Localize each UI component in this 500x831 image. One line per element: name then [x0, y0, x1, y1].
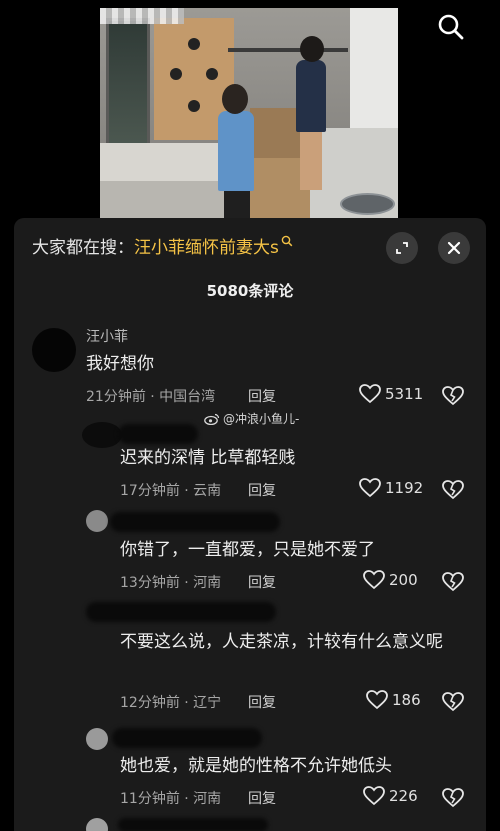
comment-panel: 大家都在搜：汪小菲缅怀前妻大s 5080条评论 汪小菲 我好想你 21分钟前 ·… [14, 218, 486, 831]
like-button[interactable]: 1192 [359, 478, 423, 498]
comment-meta: 21分钟前 · 中国台湾 [86, 389, 216, 405]
close-button[interactable] [438, 232, 470, 264]
heart-icon [363, 786, 385, 806]
cabinet-hole [206, 68, 218, 80]
comment-text: 我好想你 [86, 354, 154, 374]
expand-icon [396, 242, 408, 254]
close-icon [447, 241, 461, 255]
cabinet-hole [170, 68, 182, 80]
reply-button[interactable]: 回复 [248, 788, 276, 808]
blurred-author [112, 728, 262, 748]
video-player[interactable] [100, 8, 398, 218]
like-count: 186 [392, 691, 421, 709]
trending-search-query[interactable]: 汪小菲缅怀前妻大s [134, 238, 279, 258]
reply-button[interactable]: 回复 [248, 480, 276, 500]
search-button[interactable] [432, 8, 470, 46]
broken-heart-icon [442, 692, 464, 712]
dislike-button[interactable] [442, 386, 464, 410]
comment-count: 5080条评论 [206, 282, 294, 300]
dislike-button[interactable] [442, 572, 464, 596]
broken-heart-icon [442, 480, 464, 500]
video-shelf [228, 48, 348, 52]
like-button[interactable]: 186 [366, 690, 421, 710]
weibo-icon [204, 413, 220, 425]
avatar[interactable] [86, 728, 108, 750]
heart-icon [363, 570, 385, 590]
trending-search-bar[interactable]: 大家都在搜：汪小菲缅怀前妻大s [32, 234, 392, 262]
watermark-text: @冲浪小鱼儿- [223, 412, 300, 426]
comment-meta: 11分钟前 · 河南 [120, 791, 222, 807]
blurred-author [86, 602, 276, 622]
comment-text: 她也爱，就是她的性格不允许她低头 [120, 756, 392, 776]
like-button[interactable]: 226 [363, 786, 418, 806]
avatar[interactable] [82, 422, 122, 448]
heart-icon [359, 384, 381, 404]
like-button[interactable]: 5311 [359, 384, 423, 404]
video-woman-legs [224, 190, 250, 218]
screen: 大家都在搜：汪小菲缅怀前妻大s 5080条评论 汪小菲 我好想你 21分钟前 ·… [0, 0, 500, 831]
comment-meta: 13分钟前 · 河南 [120, 575, 222, 591]
video-woman [218, 111, 254, 191]
search-small-icon [281, 235, 293, 247]
like-count: 226 [389, 787, 418, 805]
comment-author[interactable]: 汪小菲 [86, 326, 128, 346]
dislike-button[interactable] [442, 692, 464, 716]
reply-button[interactable]: 回复 [248, 572, 276, 592]
comment-meta: 12分钟前 · 辽宁 [120, 695, 222, 711]
like-count: 200 [389, 571, 418, 589]
blurred-author [110, 512, 280, 532]
video-man-head [300, 36, 324, 62]
search-icon [438, 14, 464, 40]
video-blurred-tag [100, 8, 184, 24]
avatar[interactable] [86, 818, 108, 831]
video-sink [340, 193, 395, 215]
broken-heart-icon [442, 386, 464, 406]
comment-text: 不要这么说，人走茶凉，计较有什么意义呢 [120, 632, 443, 652]
broken-heart-icon [442, 572, 464, 592]
cabinet-hole [188, 100, 200, 112]
video-man-legs [300, 130, 322, 190]
comment-meta: 17分钟前 · 云南 [120, 483, 222, 499]
blurred-author [118, 424, 198, 444]
heart-icon [366, 690, 388, 710]
broken-heart-icon [442, 788, 464, 808]
video-right-wall [350, 8, 398, 138]
like-button[interactable]: 200 [363, 570, 418, 590]
comment-text: 你错了，一直都爱，只是她不爱了 [120, 540, 375, 560]
reply-button[interactable]: 回复 [248, 692, 276, 712]
video-window [106, 18, 150, 158]
blurred-author [118, 818, 268, 831]
avatar[interactable] [86, 510, 108, 532]
video-woman-head [222, 84, 248, 114]
like-count: 1192 [385, 479, 424, 497]
reply-button[interactable]: 回复 [248, 386, 276, 406]
like-count: 5311 [385, 385, 424, 403]
avatar[interactable] [32, 328, 76, 372]
watermark: @冲浪小鱼儿- [204, 410, 299, 427]
heart-icon [359, 478, 381, 498]
cabinet-hole [188, 38, 200, 50]
video-man [296, 60, 326, 132]
trending-search-prefix: 大家都在搜： [32, 238, 134, 258]
dislike-button[interactable] [442, 480, 464, 504]
comment-text: 迟来的深情 比草都轻贱 [120, 448, 296, 468]
expand-button[interactable] [386, 232, 418, 264]
dislike-button[interactable] [442, 788, 464, 812]
